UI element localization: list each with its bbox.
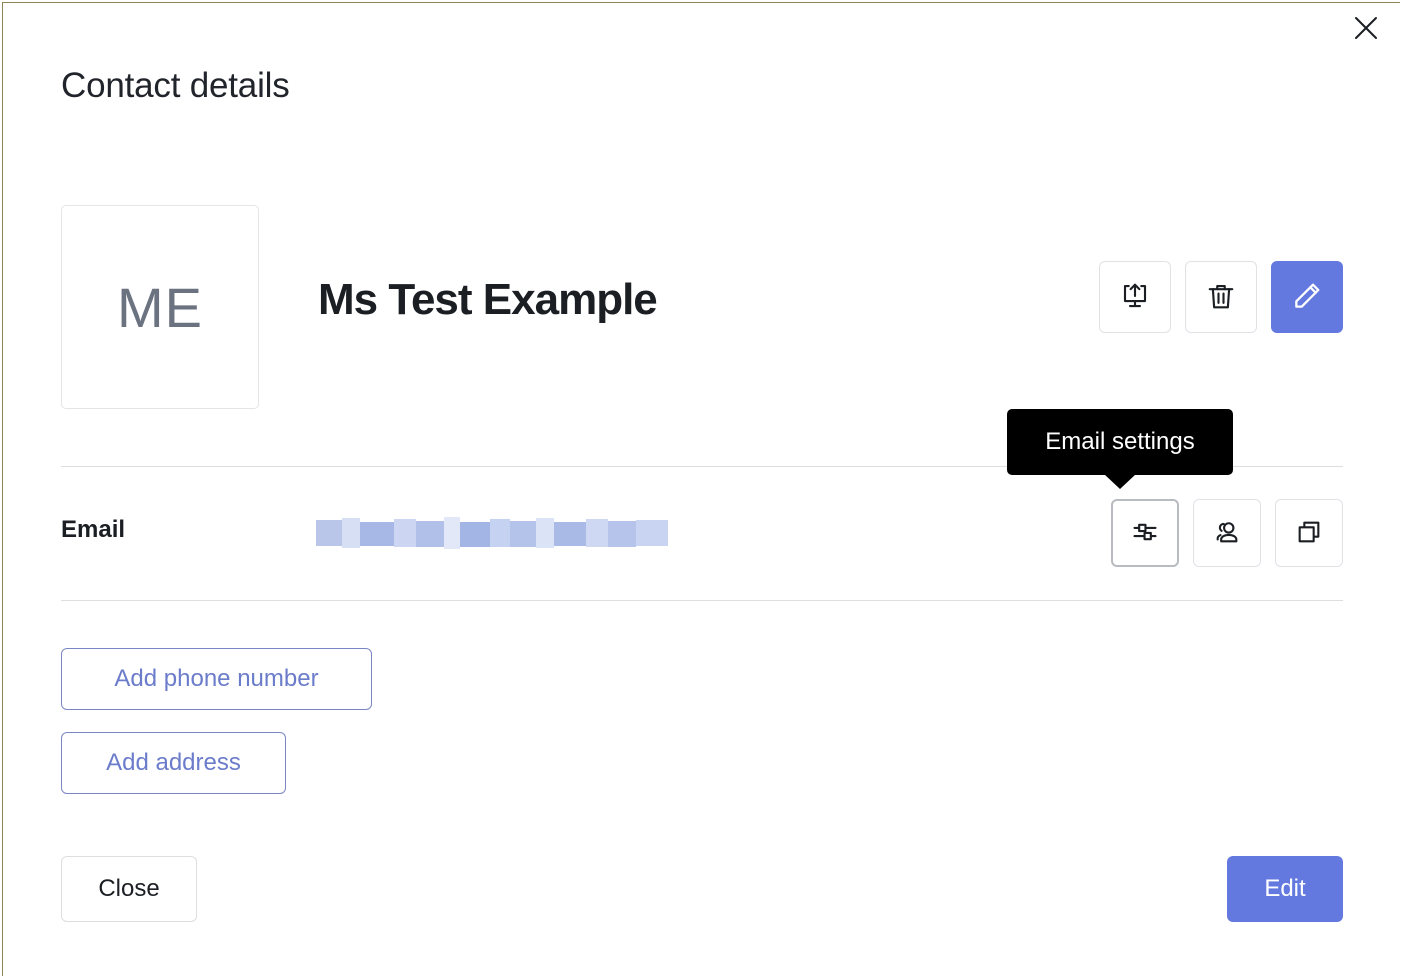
sliders-settings-icon <box>1131 518 1159 549</box>
edit-footer-button[interactable]: Edit <box>1227 856 1343 922</box>
email-contacts-button[interactable] <box>1193 499 1261 567</box>
tooltip-arrow <box>1104 474 1136 489</box>
avatar: ME <box>61 205 259 409</box>
export-monitor-upload-icon <box>1120 281 1150 314</box>
page-title: Contact details <box>61 66 290 105</box>
close-x-icon <box>1351 13 1381 43</box>
tooltip-label: Email settings <box>1045 428 1195 455</box>
add-address-button[interactable]: Add address <box>61 732 286 794</box>
avatar-initials: ME <box>117 275 203 339</box>
users-icon <box>1213 518 1241 549</box>
window-frame-inner: Contact details ME Ms Test Example Email… <box>3 3 1401 977</box>
email-copy-button[interactable] <box>1275 499 1343 567</box>
email-field-row: Email <box>61 466 1343 600</box>
email-action-buttons <box>1111 499 1343 567</box>
add-phone-number-button[interactable]: Add phone number <box>61 648 372 710</box>
email-field-label: Email <box>61 516 126 543</box>
close-icon-button[interactable] <box>1343 5 1389 51</box>
close-button[interactable]: Close <box>61 856 197 922</box>
pencil-icon <box>1291 280 1323 315</box>
email-settings-button[interactable] <box>1111 499 1179 567</box>
delete-button[interactable] <box>1185 261 1257 333</box>
email-field-value-redacted <box>316 516 668 550</box>
trash-icon <box>1206 281 1236 314</box>
tooltip: Email settings <box>1007 409 1233 489</box>
contact-action-buttons <box>1099 261 1343 333</box>
edit-button[interactable] <box>1271 261 1343 333</box>
export-button[interactable] <box>1099 261 1171 333</box>
window-frame: Contact details ME Ms Test Example Email… <box>2 2 1401 977</box>
contact-details-dialog: Contact details ME Ms Test Example Email… <box>3 3 1401 977</box>
contact-identity: ME Ms Test Example <box>61 205 1343 411</box>
copy-icon <box>1295 518 1323 549</box>
divider-bottom <box>61 600 1343 601</box>
contact-name: Ms Test Example <box>318 275 658 324</box>
